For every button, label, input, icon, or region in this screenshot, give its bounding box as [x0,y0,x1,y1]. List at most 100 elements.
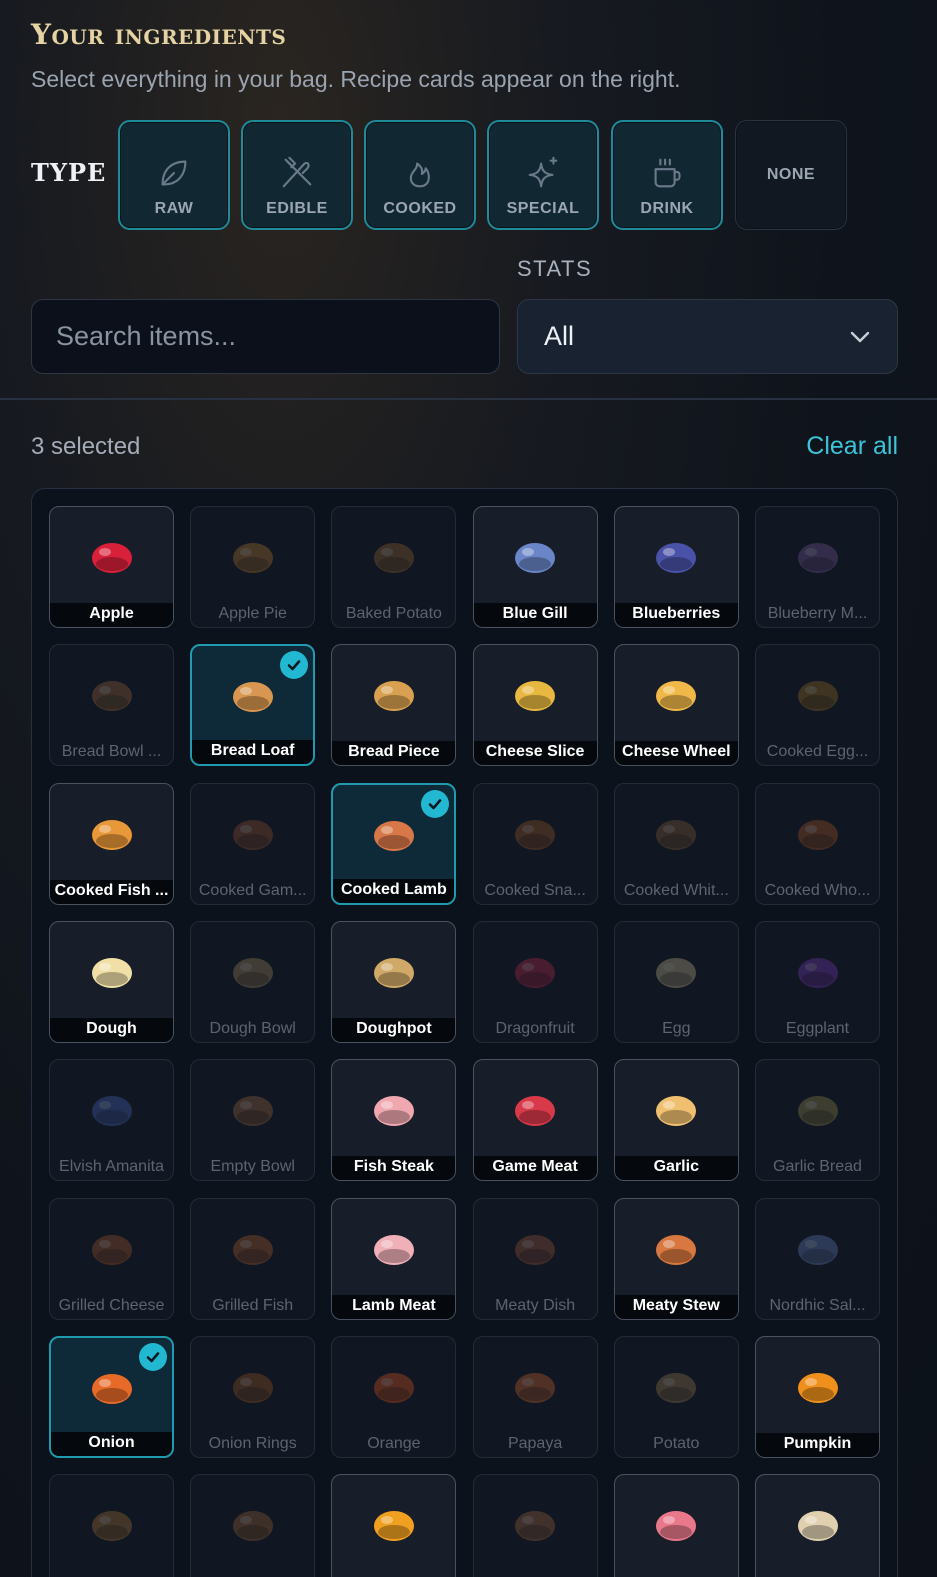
ingredient-card[interactable]: Onion Rings [190,1335,316,1458]
ingredient-name: Dough Bowl [209,1019,296,1037]
type-filter-label: TYPE [31,158,107,187]
ingredient-image [615,1475,738,1573]
type-filter-drink[interactable]: DRINK [611,120,723,230]
ingredient-card[interactable]: Pumpkin [755,1335,880,1458]
type-filter-none[interactable]: NONE [735,120,847,230]
ingredient-card[interactable]: Elvish Amanita [49,1059,174,1182]
ingredient-image [474,1199,597,1297]
ingredient-image [50,645,173,743]
ingredient-card[interactable] [49,1474,174,1577]
ingredient-image [191,1199,314,1297]
type-filter-label-drink: DRINK [640,200,694,217]
ingredient-card[interactable] [613,1474,739,1577]
ingredient-image [474,1337,597,1435]
ingredient-name: Cheese Wheel [614,741,738,766]
ingredient-card[interactable]: Eggplant [755,920,880,1043]
ingredient-image [50,922,173,1020]
ingredient-name: Bread Loaf [192,740,314,765]
ingredient-card[interactable]: Papaya [472,1335,598,1458]
ingredient-image [332,645,455,743]
ingredient-name: Blueberries [614,603,738,627]
ingredient-card[interactable]: Grilled Cheese [49,1197,174,1320]
ingredient-name: Cooked Whit... [623,881,729,899]
ingredient-image [50,507,173,605]
ingredient-image [332,507,455,605]
ingredient-image [474,784,597,882]
ingredient-card[interactable]: Bread Bowl ... [49,644,174,767]
ingredient-card[interactable]: Cheese Slice [472,644,598,767]
ingredient-card[interactable]: Garlic [613,1059,739,1182]
ingredient-name: Doughpot [332,1017,456,1042]
ingredient-card[interactable]: Blueberry M... [755,506,880,628]
ingredient-name: Apple Pie [218,605,287,622]
ingredient-name: Cheese Slice [473,741,597,766]
ingredient-image [332,1475,455,1573]
ingredient-image [332,1060,455,1158]
ingredient-card[interactable]: Garlic Bread [755,1059,880,1182]
ingredient-image [756,1337,879,1435]
type-filter-label-raw: RAW [154,200,194,217]
ingredient-image [615,1199,738,1297]
ingredient-image [756,1060,879,1158]
ingredient-name: Eggplant [785,1019,850,1037]
type-filter-cooked[interactable]: COOKED [364,120,476,230]
ingredient-card[interactable]: Empty Bowl [190,1059,316,1182]
ingredient-card[interactable] [331,1474,457,1577]
ingredient-card[interactable]: Cooked Egg... [755,644,880,767]
type-filter-raw[interactable]: RAW [118,120,230,230]
ingredient-card[interactable]: Cooked Fish ... [49,782,174,905]
type-filter-edible[interactable]: EDIBLE [241,120,353,230]
ingredient-image [191,784,314,882]
ingredient-card[interactable]: Cooked Lamb [331,782,457,905]
ingredient-card[interactable]: Dough [49,920,174,1043]
fork-knife-icon [282,156,312,188]
checkmark-icon [139,1342,167,1371]
ingredient-card[interactable]: Potato [613,1335,739,1458]
ingredient-card[interactable]: Dough Bowl [190,920,316,1043]
ingredient-image [474,922,597,1020]
type-filter-special[interactable]: SPECIAL [487,120,599,230]
ingredient-image [615,645,738,743]
ingredient-card[interactable] [190,1474,316,1577]
ingredient-card[interactable]: Grilled Fish [190,1197,316,1320]
ingredient-card[interactable]: Orange [331,1335,457,1458]
ingredient-card[interactable]: Nordhic Sal... [755,1197,880,1320]
type-filter-label-special: SPECIAL [506,200,580,217]
ingredient-card[interactable]: Meaty Stew [613,1197,739,1320]
ingredient-name: Game Meat [473,1156,597,1181]
ingredient-image [474,1060,597,1158]
ingredient-card[interactable]: Cooked Sna... [472,782,598,905]
ingredient-image [191,1475,314,1573]
ingredient-card[interactable]: Dragonfruit [472,920,598,1043]
ingredient-name: Potato [653,1434,700,1452]
ingredient-name: Cooked Egg... [766,743,869,761]
clear-all-button[interactable]: Clear all [806,432,898,461]
ingredient-name: Grilled Fish [212,1296,294,1314]
ingredient-card[interactable]: Blueberries [613,506,739,628]
ingredient-card[interactable]: Apple Pie [190,506,316,628]
ingredient-card[interactable]: Doughpot [331,920,457,1043]
ingredient-card[interactable]: Blue Gill [472,506,598,628]
ingredient-card[interactable]: Lamb Meat [331,1197,457,1320]
stats-select[interactable]: All [517,299,898,374]
search-input[interactable] [31,299,500,374]
ingredient-card[interactable]: Meaty Dish [472,1197,598,1320]
ingredient-card[interactable] [472,1474,598,1577]
ingredient-card[interactable]: Cooked Gam... [190,782,316,905]
ingredient-card[interactable]: Cheese Wheel [613,644,739,767]
ingredient-card[interactable]: Onion [49,1335,174,1458]
ingredient-card[interactable]: Game Meat [472,1059,598,1182]
ingredient-card[interactable]: Cooked Whit... [613,782,739,905]
ingredient-name: Dough [50,1017,173,1042]
ingredient-card[interactable] [755,1474,880,1577]
ingredient-card[interactable]: Egg [613,920,739,1043]
ingredient-card[interactable]: Bread Loaf [190,644,316,767]
ingredient-image [50,1199,173,1297]
ingredient-card[interactable]: Apple [49,506,174,628]
stats-select-value: All [544,321,575,351]
ingredient-card[interactable]: Fish Steak [331,1059,457,1182]
ingredient-name: Blueberry M... [767,605,868,622]
ingredient-card[interactable]: Baked Potato [331,506,457,628]
ingredient-card[interactable]: Bread Piece [331,644,457,767]
ingredient-card[interactable]: Cooked Who... [755,782,880,905]
